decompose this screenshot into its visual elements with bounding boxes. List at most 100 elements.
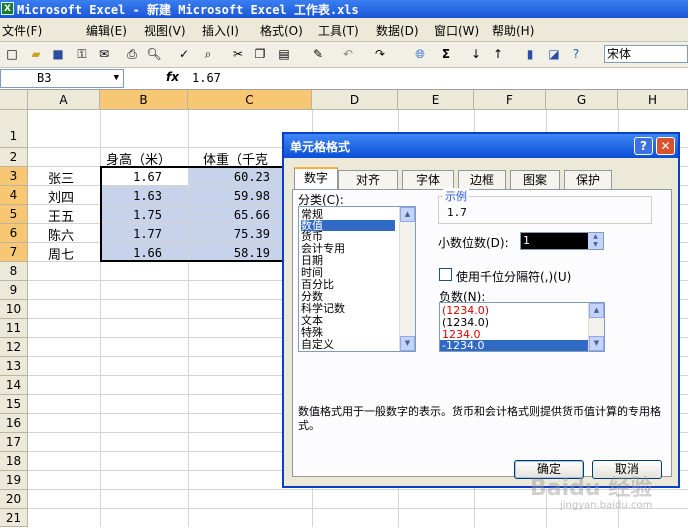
paste-icon[interactable]: ▤ xyxy=(276,46,292,62)
negative-option-selected[interactable]: -1234.0 xyxy=(440,340,588,351)
row-header-4[interactable]: 4 xyxy=(0,186,28,205)
row-header-8[interactable]: 8 xyxy=(0,262,28,281)
chart-wizard-icon[interactable]: ▮ xyxy=(522,46,538,62)
formula-input[interactable]: 1.67 xyxy=(192,71,221,85)
print-icon[interactable]: ⎙ xyxy=(124,46,140,62)
row-header-21[interactable]: 21 xyxy=(0,509,28,527)
category-item[interactable]: 日期 xyxy=(301,255,323,266)
permission-icon[interactable]: ⚿ xyxy=(74,46,90,62)
column-header-d[interactable]: D xyxy=(312,90,398,110)
category-item[interactable]: 文本 xyxy=(301,315,323,326)
tab-border[interactable]: 边框 xyxy=(458,170,506,189)
category-item[interactable]: 会计专用 xyxy=(301,243,345,254)
menu-insert[interactable]: 插入(I) xyxy=(202,22,239,39)
row-header-2[interactable]: 2 xyxy=(0,148,28,167)
tab-protection[interactable]: 保护 xyxy=(564,170,612,189)
column-header-f[interactable]: F xyxy=(474,90,546,110)
save-icon[interactable]: ■ xyxy=(50,46,66,62)
cell-name[interactable]: 张三 xyxy=(48,168,74,187)
drawing-icon[interactable]: ◪ xyxy=(546,46,562,62)
decimal-places-value[interactable]: 1 xyxy=(523,234,530,247)
menu-edit[interactable]: 编辑(E) xyxy=(86,22,127,39)
column-header-b[interactable]: B xyxy=(100,90,188,110)
column-header-c[interactable]: C xyxy=(188,90,312,110)
column-header-e[interactable]: E xyxy=(398,90,474,110)
row-header-14[interactable]: 14 xyxy=(0,376,28,395)
menu-format[interactable]: 格式(O) xyxy=(260,22,303,39)
row-header-9[interactable]: 9 xyxy=(0,281,28,300)
negative-scrollbar[interactable]: ▲ ▼ xyxy=(588,303,604,351)
menu-data[interactable]: 数据(D) xyxy=(376,22,419,39)
menu-view[interactable]: 视图(V) xyxy=(144,22,186,39)
row-header-6[interactable]: 6 xyxy=(0,224,28,243)
print-preview-icon[interactable]: 🔍︎ xyxy=(146,46,162,62)
row-header-3[interactable]: 3 xyxy=(0,167,28,186)
name-box[interactable]: B3 ▼ xyxy=(0,69,124,88)
category-item[interactable]: 百分比 xyxy=(301,279,334,290)
dialog-close-button[interactable]: ✕ xyxy=(656,137,675,155)
row-header-1[interactable]: 1 xyxy=(0,110,28,148)
tab-alignment[interactable]: 对齐 xyxy=(338,170,398,189)
help-icon[interactable]: ? xyxy=(568,46,584,62)
sort-descending-icon[interactable]: ↑ xyxy=(490,46,506,62)
category-item[interactable]: 科学记数 xyxy=(301,303,345,314)
scroll-up-icon[interactable]: ▲ xyxy=(589,303,604,318)
row-header-20[interactable]: 20 xyxy=(0,490,28,509)
tab-number[interactable]: 数字 xyxy=(294,167,338,190)
copy-icon[interactable]: ❐ xyxy=(252,46,268,62)
column-header-a[interactable]: A xyxy=(28,90,100,110)
row-header-7[interactable]: 7 xyxy=(0,243,28,262)
category-item[interactable]: 时间 xyxy=(301,267,323,278)
dialog-title-bar[interactable]: 单元格格式 ? ✕ xyxy=(284,134,678,158)
dialog-help-button[interactable]: ? xyxy=(634,137,653,155)
cut-icon[interactable]: ✂ xyxy=(230,46,246,62)
row-header-16[interactable]: 16 xyxy=(0,414,28,433)
menu-help[interactable]: 帮助(H) xyxy=(492,22,534,39)
row-header-15[interactable]: 15 xyxy=(0,395,28,414)
menu-tools[interactable]: 工具(T) xyxy=(318,22,359,39)
research-icon[interactable]: ⌕ xyxy=(200,46,216,62)
row-header-10[interactable]: 10 xyxy=(0,300,28,319)
scroll-down-icon[interactable]: ▼ xyxy=(400,336,415,351)
decimal-places-spinner[interactable]: 1 ▲ ▼ xyxy=(520,232,604,250)
redo-icon[interactable]: ↷ xyxy=(372,46,388,62)
email-icon[interactable]: ✉ xyxy=(96,46,112,62)
undo-icon[interactable]: ↶ xyxy=(340,46,356,62)
open-icon[interactable]: ▰ xyxy=(28,46,44,62)
category-item[interactable]: 分数 xyxy=(301,291,323,302)
negative-option[interactable]: (1234.0) xyxy=(442,305,489,316)
new-icon[interactable]: □ xyxy=(4,46,20,62)
spinner-arrows-icon[interactable]: ▲ ▼ xyxy=(588,233,603,249)
column-header-g[interactable]: G xyxy=(546,90,618,110)
row-header-5[interactable]: 5 xyxy=(0,205,28,224)
row-header-13[interactable]: 13 xyxy=(0,357,28,376)
thousands-separator-checkbox[interactable] xyxy=(439,268,452,281)
spelling-icon[interactable]: ✓ xyxy=(176,46,192,62)
thousands-separator-label[interactable]: 使用千位分隔符(,)(U) xyxy=(456,268,571,285)
category-item[interactable]: 货币 xyxy=(301,231,323,242)
row-header-12[interactable]: 12 xyxy=(0,338,28,357)
scroll-up-icon[interactable]: ▲ xyxy=(400,207,415,222)
column-header-h[interactable]: H xyxy=(618,90,688,110)
category-item[interactable]: 特殊 xyxy=(301,327,323,338)
format-painter-icon[interactable]: ✎ xyxy=(310,46,326,62)
tab-font[interactable]: 字体 xyxy=(402,170,454,189)
row-header-18[interactable]: 18 xyxy=(0,452,28,471)
sort-ascending-icon[interactable]: ↓ xyxy=(468,46,484,62)
cell-name[interactable]: 王五 xyxy=(48,206,74,225)
category-list[interactable]: 常规 数值 货币 会计专用 日期 时间 百分比 分数 科学记数 文本 特殊 自定… xyxy=(298,206,416,352)
hyperlink-icon[interactable]: 🌐︎ xyxy=(412,46,428,62)
cell-name[interactable]: 陈六 xyxy=(48,225,74,244)
scroll-down-icon[interactable]: ▼ xyxy=(589,336,604,351)
menu-file[interactable]: 文件(F) xyxy=(2,22,42,39)
row-header-17[interactable]: 17 xyxy=(0,433,28,452)
negative-numbers-list[interactable]: (1234.0) (1234.0) 1234.0 -1234.0 ▲ ▼ xyxy=(439,302,605,352)
cell-name[interactable]: 刘四 xyxy=(48,187,74,206)
category-item[interactable]: 自定义 xyxy=(301,339,334,350)
autosum-icon[interactable]: Σ xyxy=(438,46,454,62)
chevron-down-icon[interactable]: ▼ xyxy=(114,70,119,87)
row-header-11[interactable]: 11 xyxy=(0,319,28,338)
cell-name[interactable]: 周七 xyxy=(48,244,74,263)
row-header-19[interactable]: 19 xyxy=(0,471,28,490)
negative-option[interactable]: (1234.0) xyxy=(442,317,489,328)
